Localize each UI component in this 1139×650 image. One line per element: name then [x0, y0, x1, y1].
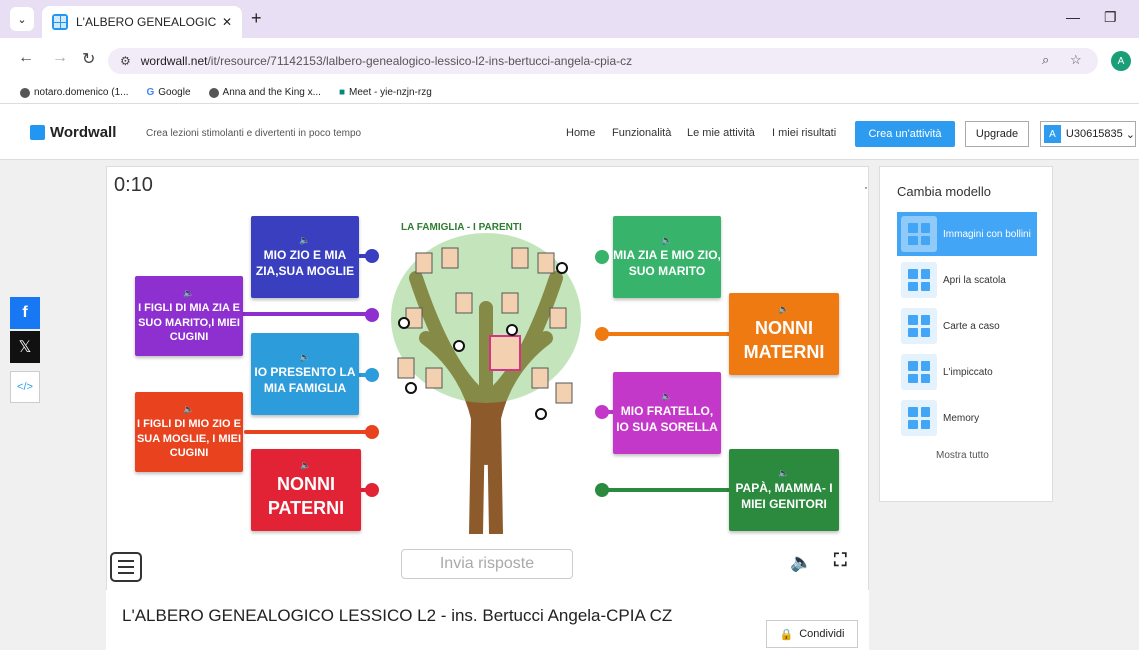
- tab-search-button[interactable]: ⌄: [10, 7, 34, 31]
- open-box-icon: [901, 262, 937, 298]
- speaker-icon[interactable]: 🔈: [778, 304, 789, 316]
- facebook-share-icon[interactable]: f: [10, 297, 40, 329]
- globe-icon: [20, 87, 30, 98]
- bookmark-item[interactable]: ■ Meet - yie-nzjn-rzg: [339, 87, 432, 98]
- template-option[interactable]: L'impiccato: [897, 350, 1037, 394]
- connector-line: [600, 488, 730, 492]
- label-card[interactable]: 🔈 I FIGLI DI MIO ZIO E SUA MOGLIE, I MIEI…: [135, 392, 243, 472]
- speaker-icon[interactable]: 🔈: [299, 352, 310, 364]
- embed-icon[interactable]: </>: [10, 371, 40, 403]
- browser-tabstrip: ⌄ L'ALBERO GENEALOGICO LESSI ✕ + — ❐: [0, 0, 1139, 38]
- site-header: Wordwall Crea lezioni stimolanti e diver…: [0, 104, 1139, 160]
- family-tree-image: [391, 233, 581, 534]
- bookmark-item[interactable]: Anna and the King x...: [208, 87, 321, 98]
- bookmark-item[interactable]: notaro.domenico (1...: [20, 87, 129, 98]
- sound-icon[interactable]: 🔈: [790, 552, 812, 573]
- connector-line: [240, 312, 374, 316]
- wordwall-logo[interactable]: Wordwall: [30, 124, 116, 141]
- bookmark-star-icon[interactable]: ☆: [1070, 52, 1082, 68]
- speaker-icon[interactable]: 🔈: [661, 391, 672, 403]
- nav-my-activities[interactable]: Le mie attività: [687, 127, 755, 139]
- connector-pin[interactable]: [365, 368, 379, 382]
- activity-menu-button[interactable]: [110, 552, 142, 582]
- label-card[interactable]: 🔈 IO PRESENTO LA MIA FAMIGLIA: [251, 333, 359, 415]
- image-pins-icon: [901, 216, 937, 252]
- speaker-icon[interactable]: 🔈: [661, 235, 672, 247]
- profile-avatar[interactable]: A: [1111, 51, 1131, 71]
- random-cards-icon: [901, 308, 937, 344]
- speaker-icon[interactable]: 🔈: [183, 404, 194, 416]
- show-all-link[interactable]: Mostra tutto: [936, 450, 989, 461]
- back-icon[interactable]: ←: [18, 49, 34, 67]
- globe-icon: [208, 87, 219, 98]
- connector-pin[interactable]: [595, 405, 609, 419]
- upgrade-button[interactable]: Upgrade: [965, 121, 1029, 147]
- fullscreen-icon[interactable]: ⛶: [834, 550, 847, 571]
- nav-my-results[interactable]: I miei risultati: [772, 127, 836, 139]
- timer: 0:10: [114, 174, 153, 196]
- label-card[interactable]: 🔈 MIA ZIA E MIO ZIO, SUO MARITO: [613, 216, 721, 298]
- create-activity-button[interactable]: Crea un'attività: [855, 121, 955, 147]
- connector-line: [600, 332, 730, 336]
- reload-icon[interactable]: ↻: [82, 49, 95, 69]
- activity-title: L'ALBERO GENEALOGICO LESSICO L2 - ins. B…: [122, 606, 673, 625]
- label-card[interactable]: 🔈 MIO FRATELLO, IO SUA SORELLA: [613, 372, 721, 454]
- user-avatar: A: [1044, 125, 1061, 143]
- x-share-icon[interactable]: 𝕏: [10, 331, 40, 363]
- restore-icon[interactable]: ❐: [1104, 9, 1117, 26]
- template-option[interactable]: Immagini con bollini: [897, 212, 1037, 256]
- url-path: /it/resource/71142153/lalbero-genealogic…: [207, 54, 633, 68]
- label-card[interactable]: 🔈 MIO ZIO E MIA ZIA,SUA MOGLIE: [251, 216, 359, 298]
- speaker-icon[interactable]: 🔈: [183, 288, 194, 300]
- connector-pin[interactable]: [595, 483, 609, 497]
- bookmark-item[interactable]: G Google: [147, 87, 191, 98]
- share-button[interactable]: 🔒 Condividi: [766, 620, 858, 648]
- tagline: Crea lezioni stimolanti e divertenti in …: [146, 128, 362, 139]
- label-card[interactable]: 🔈 PAPÀ, MAMMA- I MIEI GENITORI: [729, 449, 839, 531]
- chevron-down-icon: ⌄: [1125, 128, 1135, 141]
- url-host: wordwall.net: [140, 54, 208, 68]
- lock-icon: 🔒: [779, 628, 794, 641]
- wordwall-logo-icon: [30, 125, 45, 140]
- bookmarks-bar: notaro.domenico (1... G Google Anna and t…: [0, 82, 1139, 104]
- connector-pin[interactable]: [365, 249, 379, 263]
- template-option[interactable]: Apri la scatola: [897, 258, 1037, 302]
- more-dot: ·: [864, 180, 868, 194]
- memory-icon: [901, 400, 937, 436]
- submit-answers-button[interactable]: Invia risposte: [401, 549, 573, 579]
- user-name: U30615835: [1065, 128, 1123, 140]
- connector-pin[interactable]: [595, 327, 609, 341]
- connector-pin[interactable]: [365, 425, 379, 439]
- connector-pin[interactable]: [365, 483, 379, 497]
- template-option[interactable]: Carte a caso: [897, 304, 1037, 348]
- label-card[interactable]: 🔈 I FIGLI DI MIA ZIA E SUO MARITO,I MIEI …: [135, 276, 243, 356]
- label-card[interactable]: 🔈 NONNI PATERNI: [251, 449, 361, 531]
- label-card[interactable]: 🔈 NONNI MATERNI: [729, 293, 839, 375]
- speaker-icon[interactable]: 🔈: [300, 460, 311, 472]
- tab-title: L'ALBERO GENEALOGICO LESSI: [76, 15, 216, 29]
- new-tab-button[interactable]: +: [251, 8, 262, 29]
- forward-icon[interactable]: →: [52, 49, 68, 67]
- panel-title: Cambia modello: [897, 184, 991, 199]
- speaker-icon[interactable]: 🔈: [778, 468, 789, 480]
- zoom-icon[interactable]: ⌕: [1042, 52, 1049, 68]
- address-bar[interactable]: ⚙ wordwall.net/it/resource/71142153/lalb…: [108, 48, 1098, 74]
- user-menu[interactable]: A U30615835 ⌄: [1040, 121, 1136, 147]
- minimize-icon[interactable]: —: [1066, 9, 1080, 25]
- template-option[interactable]: Memory: [897, 396, 1037, 440]
- meet-icon: ■: [338, 87, 345, 98]
- close-tab-icon[interactable]: ✕: [222, 15, 232, 29]
- connector-pin[interactable]: [595, 250, 609, 264]
- google-icon: G: [146, 87, 155, 98]
- site-info-icon[interactable]: ⚙: [120, 54, 131, 68]
- nav-home[interactable]: Home: [566, 127, 595, 139]
- speaker-icon[interactable]: 🔈: [299, 235, 310, 247]
- connector-pin[interactable]: [365, 308, 379, 322]
- wordwall-favicon-icon: [52, 14, 68, 30]
- browser-tab[interactable]: L'ALBERO GENEALOGICO LESSI ✕: [42, 6, 242, 38]
- nav-features[interactable]: Funzionalità: [612, 127, 671, 139]
- hangman-icon: [901, 354, 937, 390]
- connector-line: [244, 430, 374, 434]
